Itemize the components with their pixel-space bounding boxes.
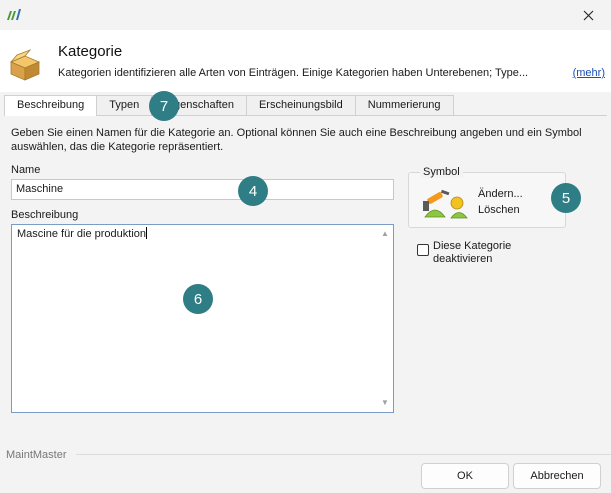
- dialog-description: Kategorien identifizieren alle Arten von…: [58, 67, 529, 79]
- annotation-badge-5: 5: [551, 183, 581, 213]
- delete-symbol-button[interactable]: Löschen: [478, 204, 520, 216]
- tab-bar: Beschreibung Typen Eigenschaften Erschei…: [4, 95, 454, 116]
- footer-brand: MaintMaster: [6, 449, 67, 461]
- close-icon: [583, 10, 593, 20]
- tab-beschreibung[interactable]: Beschreibung: [4, 95, 98, 116]
- deactivate-label-line2: deaktivieren: [433, 253, 493, 265]
- ok-button[interactable]: OK: [421, 463, 509, 489]
- app-logo-icon: [7, 9, 21, 20]
- annotation-badge-7: 7: [149, 91, 179, 121]
- machine-symbol-icon[interactable]: [421, 187, 469, 221]
- name-label: Name: [11, 164, 41, 176]
- deactivate-label-line1: Diese Kategorie: [433, 240, 512, 252]
- annotation-badge-6: 6: [183, 284, 213, 314]
- tab-typen[interactable]: Typen: [96, 95, 153, 115]
- scroll-down-arrow-icon[interactable]: ▼: [379, 398, 391, 408]
- tab-erscheinungsbild[interactable]: Erscheinungsbild: [245, 95, 356, 115]
- description-textarea[interactable]: Mascine für die produktion ▲ ▼: [11, 224, 394, 413]
- scroll-up-arrow-icon[interactable]: ▲: [379, 229, 391, 239]
- footer-divider: [76, 454, 611, 455]
- close-button[interactable]: [565, 0, 611, 30]
- description-text: Mascine für die produktion: [17, 227, 148, 240]
- text-caret: [146, 227, 148, 239]
- title-bar: [0, 0, 611, 30]
- change-symbol-button[interactable]: Ändern...: [478, 188, 523, 200]
- name-input[interactable]: Maschine: [11, 179, 394, 200]
- deactivate-checkbox[interactable]: [417, 244, 429, 256]
- more-link[interactable]: (mehr): [573, 67, 605, 79]
- symbol-legend: Symbol: [420, 166, 463, 178]
- intro-text: Geben Sie einen Namen für die Kategorie …: [11, 127, 582, 153]
- box-icon: [9, 49, 41, 81]
- dialog-title: Kategorie: [58, 43, 123, 60]
- annotation-badge-4: 4: [238, 176, 268, 206]
- tab-nummerierung[interactable]: Nummerierung: [354, 95, 454, 115]
- deactivate-label: Diese Kategorie deaktivieren: [433, 240, 511, 266]
- dialog-header: Kategorie Kategorien identifizieren alle…: [0, 30, 611, 92]
- cancel-button[interactable]: Abbrechen: [513, 463, 601, 489]
- description-label: Beschreibung: [11, 209, 79, 221]
